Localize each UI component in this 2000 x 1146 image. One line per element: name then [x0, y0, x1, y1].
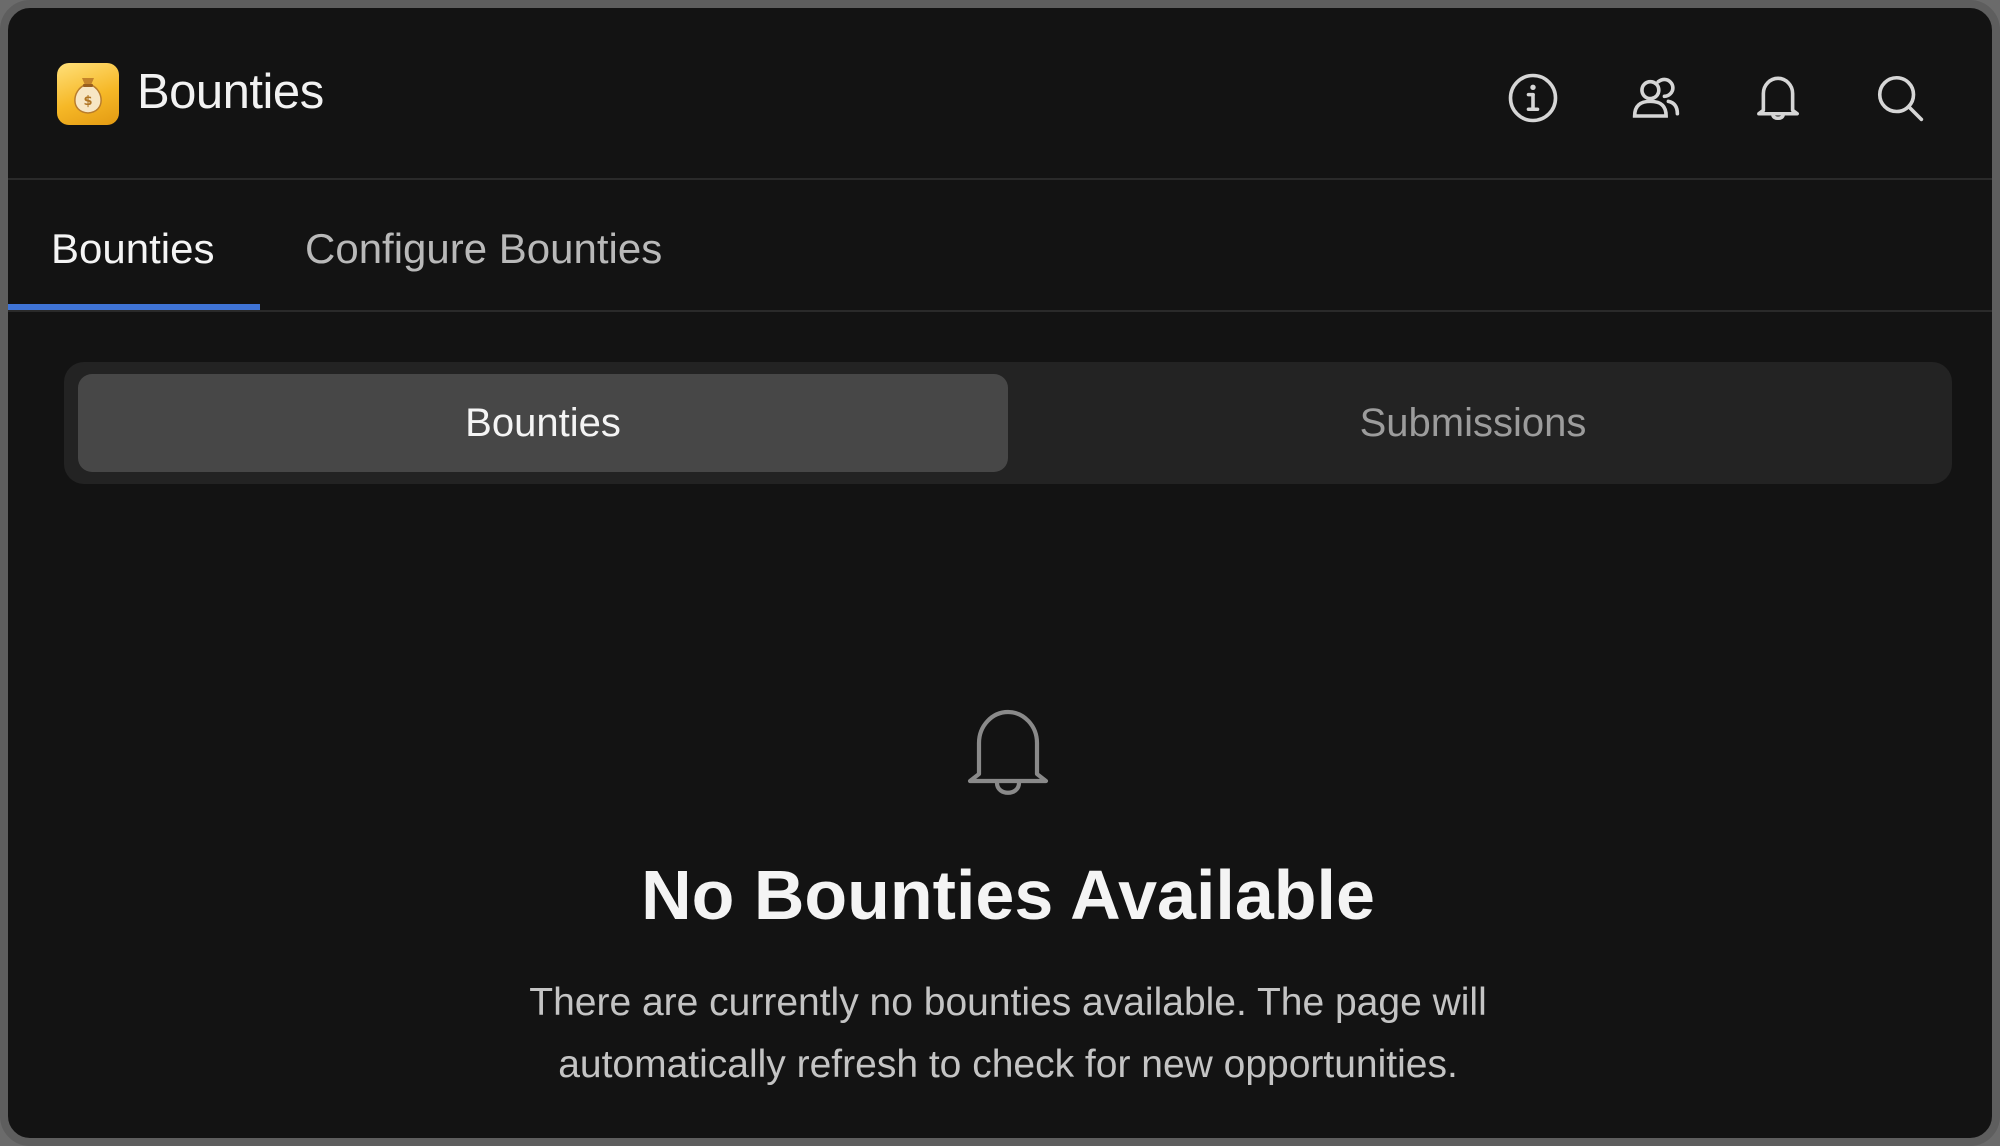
- active-tab-indicator: [8, 304, 260, 310]
- empty-state-bell-icon: [962, 706, 1054, 802]
- top-tabs: Bounties Configure Bounties: [8, 180, 1992, 312]
- segment-submissions[interactable]: Submissions: [1008, 374, 1938, 472]
- app-title: Bounties: [137, 65, 324, 119]
- info-icon[interactable]: [1505, 70, 1561, 126]
- users-icon[interactable]: [1628, 70, 1684, 126]
- app-window: $ Bounties Bounties Configure Bounties B…: [0, 0, 2000, 1146]
- tab-bounties[interactable]: Bounties: [51, 228, 214, 270]
- money-bag-icon: $: [57, 63, 119, 125]
- tab-configure-bounties[interactable]: Configure Bounties: [305, 228, 662, 270]
- segmented-control: Bounties Submissions: [64, 362, 1952, 484]
- empty-state-title: No Bounties Available: [641, 856, 1375, 934]
- bell-icon[interactable]: [1750, 70, 1806, 126]
- app-header: $ Bounties: [8, 8, 1992, 180]
- search-icon[interactable]: [1872, 70, 1928, 126]
- empty-state-description: There are currently no bounties availabl…: [529, 981, 1487, 1086]
- segment-bounties[interactable]: Bounties: [78, 374, 1008, 472]
- svg-text:$: $: [83, 94, 92, 109]
